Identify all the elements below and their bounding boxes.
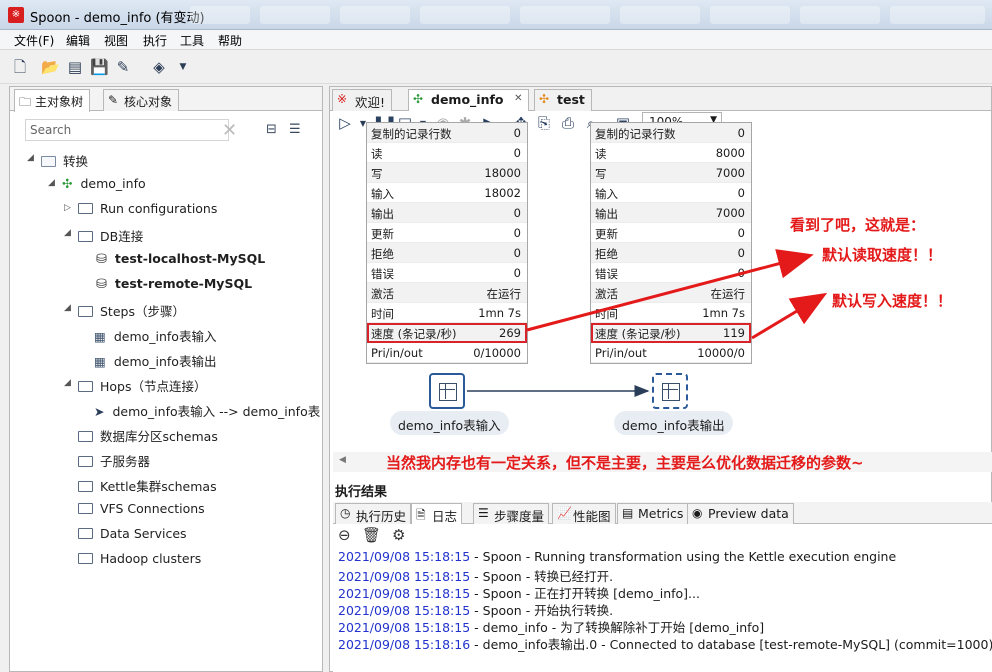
log-message: - Spoon - Running transformation using t… bbox=[470, 549, 897, 564]
tab-execution-history[interactable]: ◷ 执行历史 bbox=[335, 503, 412, 524]
annotation-arrow-write bbox=[751, 292, 828, 340]
scroll-left-icon[interactable]: ◀ bbox=[339, 455, 346, 465]
metric-value: 269 bbox=[499, 326, 521, 340]
metric-value: 119 bbox=[723, 326, 745, 340]
log-message: - demo_info表输出.0 - Connected to database… bbox=[470, 637, 992, 652]
annotation-text: 默认写入速度！！ bbox=[832, 292, 953, 310]
annotation-bottom-text: 当然我内存也有一定关系，但不是主要，主要是么优化数据迁移的参数~ bbox=[386, 454, 864, 472]
tab-metrics[interactable]: ▤ Metrics bbox=[617, 503, 689, 524]
log-timestamp: 2021/09/08 15:18:15 bbox=[338, 586, 471, 601]
tab-label: Preview data bbox=[708, 506, 789, 521]
annotation-arrow-read bbox=[526, 249, 814, 332]
trash-icon[interactable]: 🗑 bbox=[362, 526, 381, 544]
log-timestamp: 2021/09/08 15:18:15 bbox=[338, 569, 471, 584]
log-timestamp: 2021/09/08 15:18:15 bbox=[338, 549, 471, 564]
history-icon: ◷ bbox=[340, 506, 351, 520]
gear-icon[interactable]: ⚙ bbox=[392, 526, 405, 544]
annotation-text: 看到了吧，这就是： bbox=[790, 216, 926, 234]
annotation-text: 默认读取速度！！ bbox=[822, 246, 943, 264]
log-timestamp: 2021/09/08 15:18:16 bbox=[338, 637, 471, 652]
results-title: 执行结果 bbox=[335, 485, 388, 500]
tab-log[interactable]: 🗎 日志 bbox=[411, 503, 463, 524]
results-tabs: ◷ 执行历史 🗎 日志 ☰ 步骤度量 📈 性能图 ▤ Metrics ◉ Preview d… bbox=[333, 502, 992, 524]
tab-label: Metrics bbox=[638, 506, 684, 521]
stop-log-icon[interactable]: ⊖ bbox=[338, 526, 351, 544]
step-metrics-icon: ☰ bbox=[478, 506, 489, 520]
log-message: - demo_info - 为了转换解除补丁开始 [demo_info] bbox=[470, 620, 765, 635]
metrics-icon: ▤ bbox=[622, 506, 634, 520]
log-timestamp: 2021/09/08 15:18:15 bbox=[338, 620, 471, 635]
speed-row: 速度 (条记录/秒) 269 bbox=[367, 323, 527, 343]
log-line: 2021/09/08 15:18:16 - demo_info表输出.0 - C… bbox=[338, 634, 992, 653]
tab-label: 执行历史 bbox=[356, 509, 407, 524]
chart-icon: 📈 bbox=[557, 506, 572, 520]
tab-step-metrics[interactable]: ☰ 步骤度量 bbox=[473, 503, 550, 524]
tab-preview-data[interactable]: ◉ Preview data bbox=[687, 503, 794, 524]
tab-performance-graph[interactable]: 📈 性能图 bbox=[552, 503, 616, 524]
log-message: - Spoon - 转换已经打开. bbox=[470, 569, 614, 584]
tab-label: 日志 bbox=[432, 509, 458, 524]
log-panel: ⊖ 🗑 ⚙ 2021/09/08 15:18:15 - Spoon - Runn… bbox=[333, 524, 992, 672]
eye-icon: ◉ bbox=[692, 506, 703, 520]
speed-row: 速度 (条记录/秒) 119 bbox=[591, 323, 751, 343]
log-message: - Spoon - 开始执行转换. bbox=[470, 603, 614, 618]
metric-label: 速度 (条记录/秒) bbox=[371, 327, 457, 341]
tab-label: 性能图 bbox=[573, 509, 611, 524]
log-line: 2021/09/08 15:18:15 - Spoon - Running tr… bbox=[338, 549, 896, 564]
log-message: - Spoon - 正在打开转换 [demo_info]... bbox=[470, 586, 700, 601]
tab-label: 步骤度量 bbox=[494, 509, 545, 524]
metric-label: 速度 (条记录/秒) bbox=[595, 327, 681, 341]
log-timestamp: 2021/09/08 15:18:15 bbox=[338, 603, 471, 618]
